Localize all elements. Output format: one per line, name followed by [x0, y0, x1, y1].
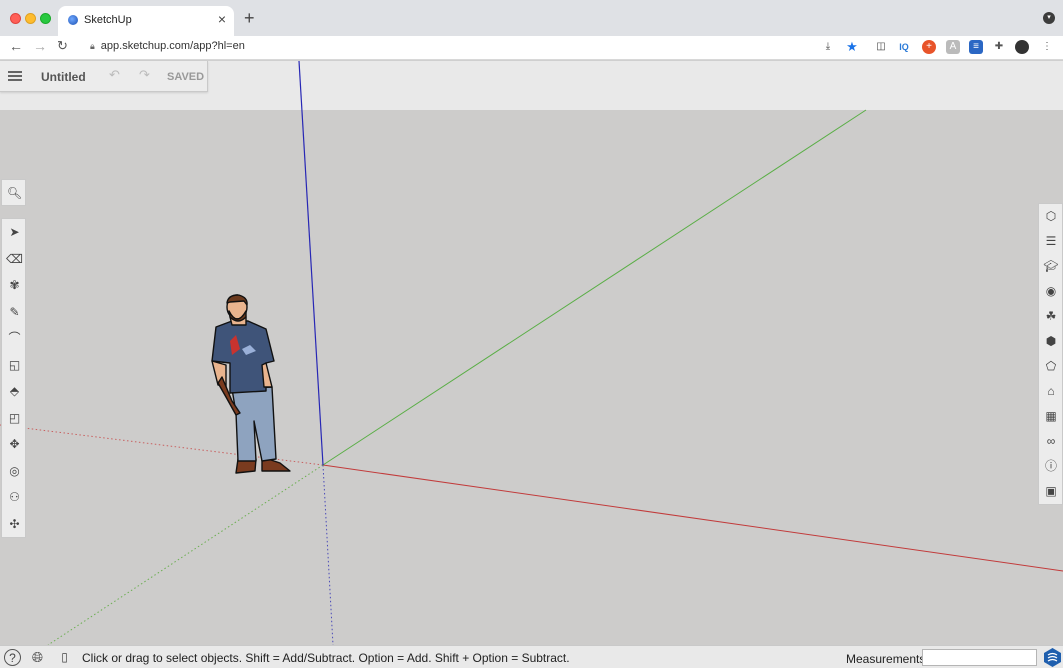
language-globe-icon[interactable]: 🌐︎ [29, 649, 46, 666]
arc-icon[interactable]: ⌒ [2, 325, 27, 351]
tab-search-icon[interactable]: ▾ [1043, 12, 1055, 24]
scale-figure-person[interactable] [211, 294, 291, 474]
measurements-input[interactable] [922, 649, 1037, 666]
forward-arrow-icon[interactable]: → [33, 38, 47, 54]
blue-axis-negative [322, 464, 334, 645]
search-icon[interactable]: 🔍︎ [2, 180, 27, 206]
redo-icon[interactable]: ↷ [139, 67, 150, 83]
save-status: SAVED [167, 71, 205, 83]
pencil-icon[interactable]: ✎ [2, 299, 27, 325]
red-axis [322, 464, 1063, 572]
document-title[interactable]: Untitled [41, 70, 86, 84]
install-app-icon[interactable]: ⤓ [821, 40, 835, 54]
tags-icon[interactable]: ⌂ [1039, 379, 1063, 404]
solid-tools-icon[interactable]: ⬠ [1039, 354, 1063, 379]
instructor-icon[interactable]: 🎓︎ [1039, 254, 1063, 279]
tab-close-button[interactable]: × [218, 11, 226, 27]
orbit-icon[interactable]: ✣ [2, 511, 27, 537]
status-hint: Click or drag to select objects. Shift =… [82, 651, 570, 665]
plus-extension-icon[interactable]: + [922, 40, 936, 54]
eraser-icon[interactable]: ⌫ [2, 246, 27, 272]
tab-title: SketchUp [84, 14, 132, 26]
sketchup-favicon-icon [68, 15, 78, 25]
select-icon[interactable]: ➤ [2, 219, 27, 245]
green-axis [322, 109, 867, 466]
scene-canvas[interactable] [0, 61, 1063, 645]
styles-icon[interactable]: ◉ [1039, 279, 1063, 304]
outliner-icon[interactable]: ☰ [1039, 229, 1063, 254]
new-tab-button[interactable]: + [244, 8, 255, 29]
extensions-puzzle-icon[interactable]: ✚ [992, 40, 1006, 54]
mouse-icon[interactable]: ▯ [56, 649, 73, 666]
model-info-icon[interactable]: ▣ [1039, 479, 1063, 504]
browser-toolbar: ← → ↻ 🔒︎ app.sketchup.com/app?hl=en ⤓ ★ ◫… [0, 36, 1063, 60]
pocket-icon[interactable]: ◫ [874, 40, 888, 54]
left-toolbar: ➤ ⌫ ✾ ✎ ⌒ ◱ ⬘ ◰ ✥ ◎ ⚇ ✣ [1, 218, 26, 538]
move-icon[interactable]: ✥ [2, 431, 27, 457]
browser-menu-icon[interactable]: ⋮ [1040, 40, 1054, 54]
measurements-label: Measurements [846, 652, 926, 666]
offset-icon[interactable]: ◰ [2, 405, 27, 431]
scenes-icon[interactable]: ▦ [1039, 404, 1063, 429]
hamburger-menu-icon[interactable] [8, 71, 22, 81]
tape-measure-icon[interactable]: ◎ [2, 458, 27, 484]
blue-axis [298, 61, 324, 466]
profile-avatar[interactable] [1015, 40, 1029, 54]
green-axis-negative [47, 464, 324, 645]
info-icon[interactable]: ⓘ [1039, 454, 1063, 479]
bookmark-star-icon[interactable]: ★ [845, 40, 859, 54]
lock-icon: 🔒︎ [90, 41, 95, 51]
materials-icon[interactable]: ☘ [1039, 304, 1063, 329]
status-bar: ? 🌐︎ ▯ Click or drag to select objects. … [0, 645, 1063, 668]
search-tool-panel: 🔍︎ [1, 179, 26, 206]
components-icon[interactable]: ⬢ [1039, 329, 1063, 354]
paint-bucket-icon[interactable]: ✾ [2, 272, 27, 298]
document-title-card: Untitled ↶ ↷ SAVED [0, 61, 208, 92]
right-panel-toolbar: ⬡ ☰ 🎓︎ ◉ ☘ ⬢ ⬠ ⌂ ▦ ∞ ⓘ ▣ [1038, 203, 1063, 505]
extension-icon[interactable]: A [946, 40, 960, 54]
notes-extension-icon[interactable]: ≡ [969, 40, 983, 54]
reload-icon[interactable]: ↻ [57, 38, 68, 54]
window-close-button[interactable] [10, 13, 21, 24]
url-text: app.sketchup.com/app?hl=en [100, 40, 245, 52]
iq-extension-icon[interactable]: IQ [897, 40, 911, 54]
browser-tab[interactable]: SketchUp × [58, 6, 234, 36]
sketchup-logo-icon [1042, 647, 1063, 668]
back-arrow-icon[interactable]: ← [9, 38, 23, 54]
entity-info-icon[interactable]: ⬡ [1039, 204, 1063, 229]
window-zoom-button[interactable] [40, 13, 51, 24]
rectangle-icon[interactable]: ◱ [2, 352, 27, 378]
window-minimize-button[interactable] [25, 13, 36, 24]
address-bar[interactable]: 🔒︎ app.sketchup.com/app?hl=en [90, 40, 245, 52]
walk-icon[interactable]: ⚇ [2, 484, 27, 510]
push-pull-icon[interactable]: ⬘ [2, 378, 27, 404]
undo-icon[interactable]: ↶ [109, 67, 120, 83]
help-icon[interactable]: ? [4, 649, 21, 666]
browser-tab-bar: SketchUp × + ▾ [0, 0, 1063, 36]
display-icon[interactable]: ∞ [1039, 429, 1063, 454]
